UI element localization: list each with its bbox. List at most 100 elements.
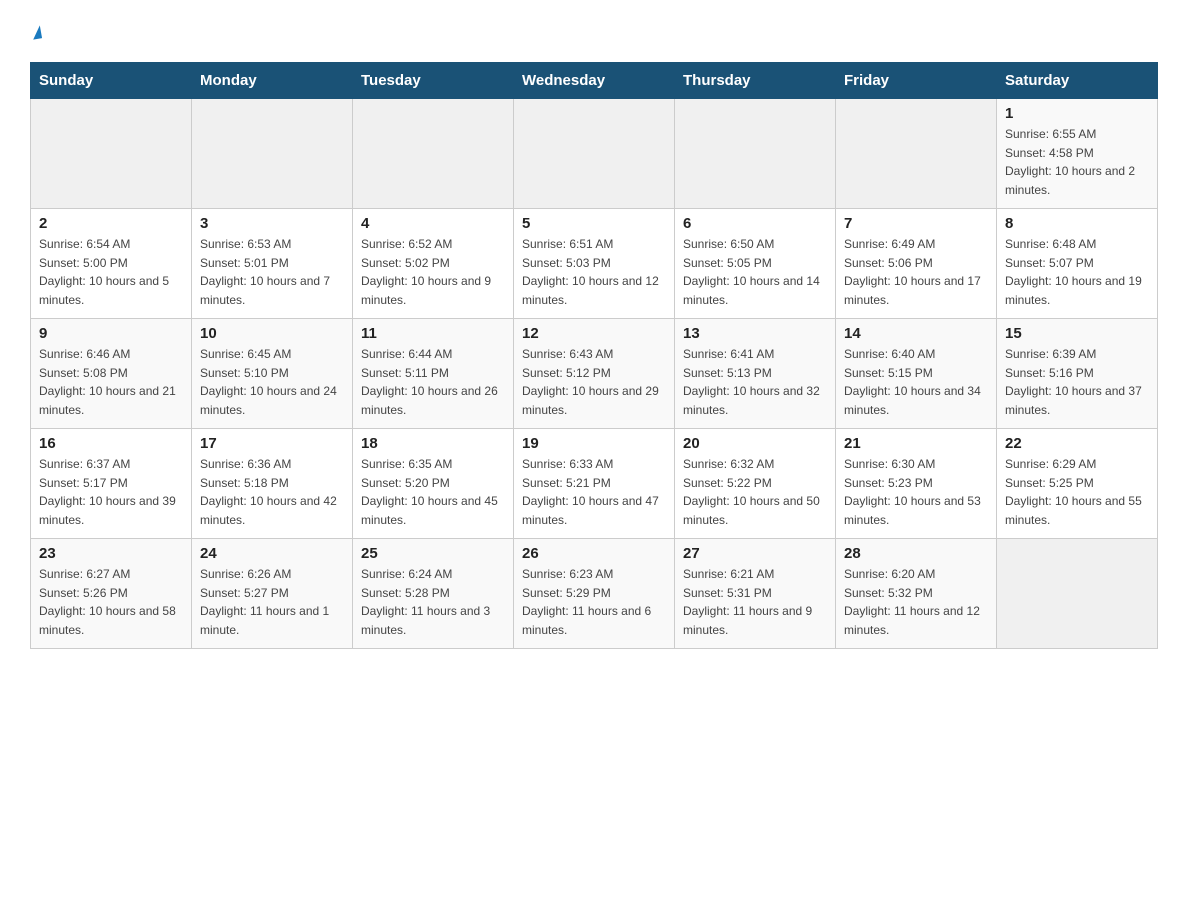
day-number: 26	[522, 545, 666, 562]
day-number: 3	[200, 215, 344, 232]
calendar-cell: 22Sunrise: 6:29 AM Sunset: 5:25 PM Dayli…	[997, 429, 1158, 539]
day-info: Sunrise: 6:53 AM Sunset: 5:01 PM Dayligh…	[200, 235, 344, 309]
calendar-cell: 12 Sunrise: 6:43 AM Sunset: 5:12 PM Dayli…	[514, 319, 675, 429]
day-info: Sunrise: 6:26 AM Sunset: 5:27 PM Dayligh…	[200, 565, 344, 639]
calendar-cell: 24 Sunrise: 6:26 AM Sunset: 5:27 PM Dayli…	[192, 539, 353, 649]
day-number: 15	[1005, 325, 1149, 342]
logo	[30, 20, 41, 44]
calendar-cell: 3 Sunrise: 6:53 AM Sunset: 5:01 PM Daylig…	[192, 209, 353, 319]
calendar-week-row: 2 Sunrise: 6:54 AM Sunset: 5:00 PM Daylig…	[31, 209, 1158, 319]
day-info: Sunrise: 6:44 AM Sunset: 5:11 PM Dayligh…	[361, 345, 505, 419]
calendar-cell: 25 Sunrise: 6:24 AM Sunset: 5:28 PM Dayli…	[353, 539, 514, 649]
calendar-cell: 2 Sunrise: 6:54 AM Sunset: 5:00 PM Daylig…	[31, 209, 192, 319]
day-info: Sunrise: 6:21 AM Sunset: 5:31 PM Dayligh…	[683, 565, 827, 639]
calendar-cell	[31, 99, 192, 209]
day-number: 4	[361, 215, 505, 232]
day-number: 25	[361, 545, 505, 562]
calendar-cell: 14 Sunrise: 6:40 AM Sunset: 5:15 PM Dayli…	[836, 319, 997, 429]
day-number: 6	[683, 215, 827, 232]
day-info: Sunrise: 6:51 AM Sunset: 5:03 PM Dayligh…	[522, 235, 666, 309]
day-number: 18	[361, 435, 505, 452]
calendar-cell: 20 Sunrise: 6:32 AM Sunset: 5:22 PM Dayli…	[675, 429, 836, 539]
day-info: Sunrise: 6:48 AM Sunset: 5:07 PM Dayligh…	[1005, 235, 1149, 309]
day-of-week-header: Tuesday	[353, 63, 514, 99]
day-number: 16	[39, 435, 183, 452]
day-info: Sunrise: 6:54 AM Sunset: 5:00 PM Dayligh…	[39, 235, 183, 309]
day-info: Sunrise: 6:39 AM Sunset: 5:16 PM Dayligh…	[1005, 345, 1149, 419]
header-row: SundayMondayTuesdayWednesdayThursdayFrid…	[31, 63, 1158, 99]
calendar-cell: 11 Sunrise: 6:44 AM Sunset: 5:11 PM Dayli…	[353, 319, 514, 429]
day-info: Sunrise: 6:55 AM Sunset: 4:58 PM Dayligh…	[1005, 125, 1149, 199]
day-number: 2	[39, 215, 183, 232]
day-info: Sunrise: 6:37 AM Sunset: 5:17 PM Dayligh…	[39, 455, 183, 529]
day-number: 7	[844, 215, 988, 232]
page-header	[30, 20, 1158, 44]
calendar-week-row: 16 Sunrise: 6:37 AM Sunset: 5:17 PM Dayli…	[31, 429, 1158, 539]
calendar-cell: 1 Sunrise: 6:55 AM Sunset: 4:58 PM Daylig…	[997, 99, 1158, 209]
calendar-cell: 16 Sunrise: 6:37 AM Sunset: 5:17 PM Dayli…	[31, 429, 192, 539]
calendar-header: SundayMondayTuesdayWednesdayThursdayFrid…	[31, 63, 1158, 99]
day-number: 8	[1005, 215, 1149, 232]
day-info: Sunrise: 6:41 AM Sunset: 5:13 PM Dayligh…	[683, 345, 827, 419]
day-number: 5	[522, 215, 666, 232]
day-number: 13	[683, 325, 827, 342]
day-number: 27	[683, 545, 827, 562]
calendar-table: SundayMondayTuesdayWednesdayThursdayFrid…	[30, 62, 1158, 649]
calendar-cell	[192, 99, 353, 209]
day-number: 10	[200, 325, 344, 342]
calendar-cell: 15 Sunrise: 6:39 AM Sunset: 5:16 PM Dayli…	[997, 319, 1158, 429]
calendar-cell	[836, 99, 997, 209]
day-number: 28	[844, 545, 988, 562]
day-of-week-header: Thursday	[675, 63, 836, 99]
day-of-week-header: Monday	[192, 63, 353, 99]
calendar-cell: 28Sunrise: 6:20 AM Sunset: 5:32 PM Dayli…	[836, 539, 997, 649]
calendar-cell: 21 Sunrise: 6:30 AM Sunset: 5:23 PM Dayli…	[836, 429, 997, 539]
day-info: Sunrise: 6:30 AM Sunset: 5:23 PM Dayligh…	[844, 455, 988, 529]
day-number: 12	[522, 325, 666, 342]
calendar-cell: 26 Sunrise: 6:23 AM Sunset: 5:29 PM Dayli…	[514, 539, 675, 649]
day-of-week-header: Friday	[836, 63, 997, 99]
calendar-cell: 27 Sunrise: 6:21 AM Sunset: 5:31 PM Dayli…	[675, 539, 836, 649]
day-info: Sunrise: 6:40 AM Sunset: 5:15 PM Dayligh…	[844, 345, 988, 419]
day-number: 17	[200, 435, 344, 452]
day-info: Sunrise: 6:49 AM Sunset: 5:06 PM Dayligh…	[844, 235, 988, 309]
day-info: Sunrise: 6:43 AM Sunset: 5:12 PM Dayligh…	[522, 345, 666, 419]
calendar-cell: 17 Sunrise: 6:36 AM Sunset: 5:18 PM Dayli…	[192, 429, 353, 539]
calendar-cell: 10 Sunrise: 6:45 AM Sunset: 5:10 PM Dayli…	[192, 319, 353, 429]
day-of-week-header: Sunday	[31, 63, 192, 99]
calendar-cell: 8 Sunrise: 6:48 AM Sunset: 5:07 PM Daylig…	[997, 209, 1158, 319]
day-number: 23	[39, 545, 183, 562]
calendar-cell: 5 Sunrise: 6:51 AM Sunset: 5:03 PM Daylig…	[514, 209, 675, 319]
day-number: 14	[844, 325, 988, 342]
calendar-week-row: 23Sunrise: 6:27 AM Sunset: 5:26 PM Dayli…	[31, 539, 1158, 649]
day-of-week-header: Wednesday	[514, 63, 675, 99]
day-info: Sunrise: 6:50 AM Sunset: 5:05 PM Dayligh…	[683, 235, 827, 309]
calendar-cell	[675, 99, 836, 209]
day-info: Sunrise: 6:33 AM Sunset: 5:21 PM Dayligh…	[522, 455, 666, 529]
calendar-cell	[353, 99, 514, 209]
day-number: 21	[844, 435, 988, 452]
calendar-cell: 13 Sunrise: 6:41 AM Sunset: 5:13 PM Dayli…	[675, 319, 836, 429]
calendar-body: 1 Sunrise: 6:55 AM Sunset: 4:58 PM Daylig…	[31, 99, 1158, 649]
day-info: Sunrise: 6:45 AM Sunset: 5:10 PM Dayligh…	[200, 345, 344, 419]
day-number: 19	[522, 435, 666, 452]
day-number: 24	[200, 545, 344, 562]
day-info: Sunrise: 6:23 AM Sunset: 5:29 PM Dayligh…	[522, 565, 666, 639]
calendar-cell: 6 Sunrise: 6:50 AM Sunset: 5:05 PM Daylig…	[675, 209, 836, 319]
day-info: Sunrise: 6:36 AM Sunset: 5:18 PM Dayligh…	[200, 455, 344, 529]
day-info: Sunrise: 6:29 AM Sunset: 5:25 PM Dayligh…	[1005, 455, 1149, 529]
calendar-cell	[514, 99, 675, 209]
day-info: Sunrise: 6:35 AM Sunset: 5:20 PM Dayligh…	[361, 455, 505, 529]
calendar-cell: 7 Sunrise: 6:49 AM Sunset: 5:06 PM Daylig…	[836, 209, 997, 319]
day-info: Sunrise: 6:32 AM Sunset: 5:22 PM Dayligh…	[683, 455, 827, 529]
day-info: Sunrise: 6:24 AM Sunset: 5:28 PM Dayligh…	[361, 565, 505, 639]
calendar-cell: 19 Sunrise: 6:33 AM Sunset: 5:21 PM Dayli…	[514, 429, 675, 539]
day-number: 20	[683, 435, 827, 452]
calendar-cell: 23Sunrise: 6:27 AM Sunset: 5:26 PM Dayli…	[31, 539, 192, 649]
day-info: Sunrise: 6:46 AM Sunset: 5:08 PM Dayligh…	[39, 345, 183, 419]
calendar-week-row: 9 Sunrise: 6:46 AM Sunset: 5:08 PM Daylig…	[31, 319, 1158, 429]
day-number: 9	[39, 325, 183, 342]
day-of-week-header: Saturday	[997, 63, 1158, 99]
day-number: 1	[1005, 105, 1149, 122]
day-number: 11	[361, 325, 505, 342]
